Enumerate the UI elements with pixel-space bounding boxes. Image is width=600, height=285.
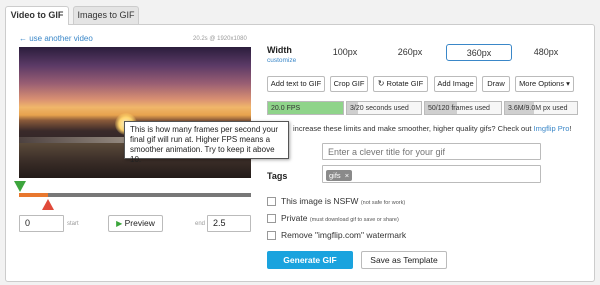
end-time-input[interactable]: 2.5	[207, 215, 251, 232]
rotate-button[interactable]: ↻ Rotate GIF	[373, 76, 428, 92]
nsfw-note: (not safe for work)	[360, 200, 406, 206]
crop-button[interactable]: Crop GIF	[330, 76, 368, 92]
nsfw-checkbox[interactable]	[267, 197, 276, 206]
preview-button[interactable]: ▶ Preview	[108, 215, 163, 232]
width-option-480[interactable]: 480px	[526, 44, 566, 61]
seconds-stat-label: 3/20 seconds used	[350, 105, 409, 112]
rotate-label: Rotate GIF	[386, 79, 424, 88]
private-checkbox[interactable]	[267, 214, 276, 223]
play-icon: ▶	[116, 219, 123, 228]
width-customize-link[interactable]: customize	[267, 57, 296, 64]
seconds-stat: 3/20 seconds used	[346, 101, 422, 115]
nsfw-option: This image is NSFW (not safe for work)	[281, 196, 405, 206]
tab-images-to-gif[interactable]: Images to GIF	[73, 6, 139, 24]
timeline-track[interactable]	[19, 193, 251, 197]
upgrade-note: increase these limits and make smoother,…	[293, 124, 572, 133]
tag-chip-label: gifs	[329, 171, 341, 180]
tag-chip: gifs ×	[326, 170, 353, 181]
frames-stat-label: 50/120 frames used	[428, 105, 490, 112]
pixels-stat-label: 3.6M/9.0M px used	[508, 105, 568, 112]
width-option-260[interactable]: 260px	[390, 44, 430, 61]
remove-watermark-label: Remove "imgflip.com" watermark	[281, 230, 407, 240]
save-as-template-button[interactable]: Save as Template	[361, 251, 447, 269]
video-info: 20.2s @ 1920x1080	[193, 36, 247, 42]
gif-title-input[interactable]	[322, 143, 541, 160]
upgrade-text: increase these limits and make smoother,…	[293, 124, 532, 133]
frames-stat: 50/120 frames used	[424, 101, 502, 115]
add-image-button[interactable]: Add Image	[434, 76, 477, 92]
tags-input[interactable]: gifs ×	[322, 165, 541, 183]
pixels-stat: 3.6M/9.0M px used	[504, 101, 578, 115]
tags-label: Tags	[267, 171, 288, 181]
nsfw-label: This image is NSFW	[281, 196, 359, 206]
add-text-button[interactable]: Add text to GIF	[267, 76, 325, 92]
fps-stat: 20.0 FPS	[267, 101, 344, 115]
rotate-icon: ↻	[377, 79, 385, 88]
width-option-100[interactable]: 100px	[325, 44, 365, 61]
start-marker-handle[interactable]	[14, 181, 26, 192]
use-another-video-link[interactable]: ← use another video	[19, 34, 93, 43]
end-marker-handle[interactable]	[42, 199, 54, 210]
fps-stat-label: 20.0 FPS	[271, 105, 301, 112]
width-label: Width	[267, 45, 292, 55]
generate-gif-button[interactable]: Generate GIF	[267, 251, 353, 269]
more-options-button[interactable]: More Options ▾	[515, 76, 574, 92]
start-label: start	[67, 221, 79, 227]
tab-video-to-gif[interactable]: Video to GIF	[5, 6, 69, 25]
private-note: (must download gif to save or share)	[309, 217, 399, 223]
upgrade-suffix: !	[569, 124, 572, 133]
draw-button[interactable]: Draw	[482, 76, 510, 92]
timeline-selection	[19, 193, 48, 197]
private-label: Private	[281, 213, 308, 223]
width-option-360[interactable]: 360px	[446, 44, 512, 61]
private-option: Private (must download gif to save or sh…	[281, 213, 399, 223]
fps-tooltip: This is how many frames per second your …	[124, 121, 289, 164]
tag-remove-icon[interactable]: ×	[345, 171, 349, 180]
start-time-input[interactable]: 0	[19, 215, 64, 232]
remove-watermark-option: Remove "imgflip.com" watermark	[281, 230, 406, 240]
imgflip-pro-link[interactable]: Imgflip Pro	[534, 124, 570, 133]
end-label: end	[195, 221, 206, 227]
preview-label: Preview	[124, 218, 155, 228]
remove-watermark-checkbox[interactable]	[267, 231, 276, 240]
